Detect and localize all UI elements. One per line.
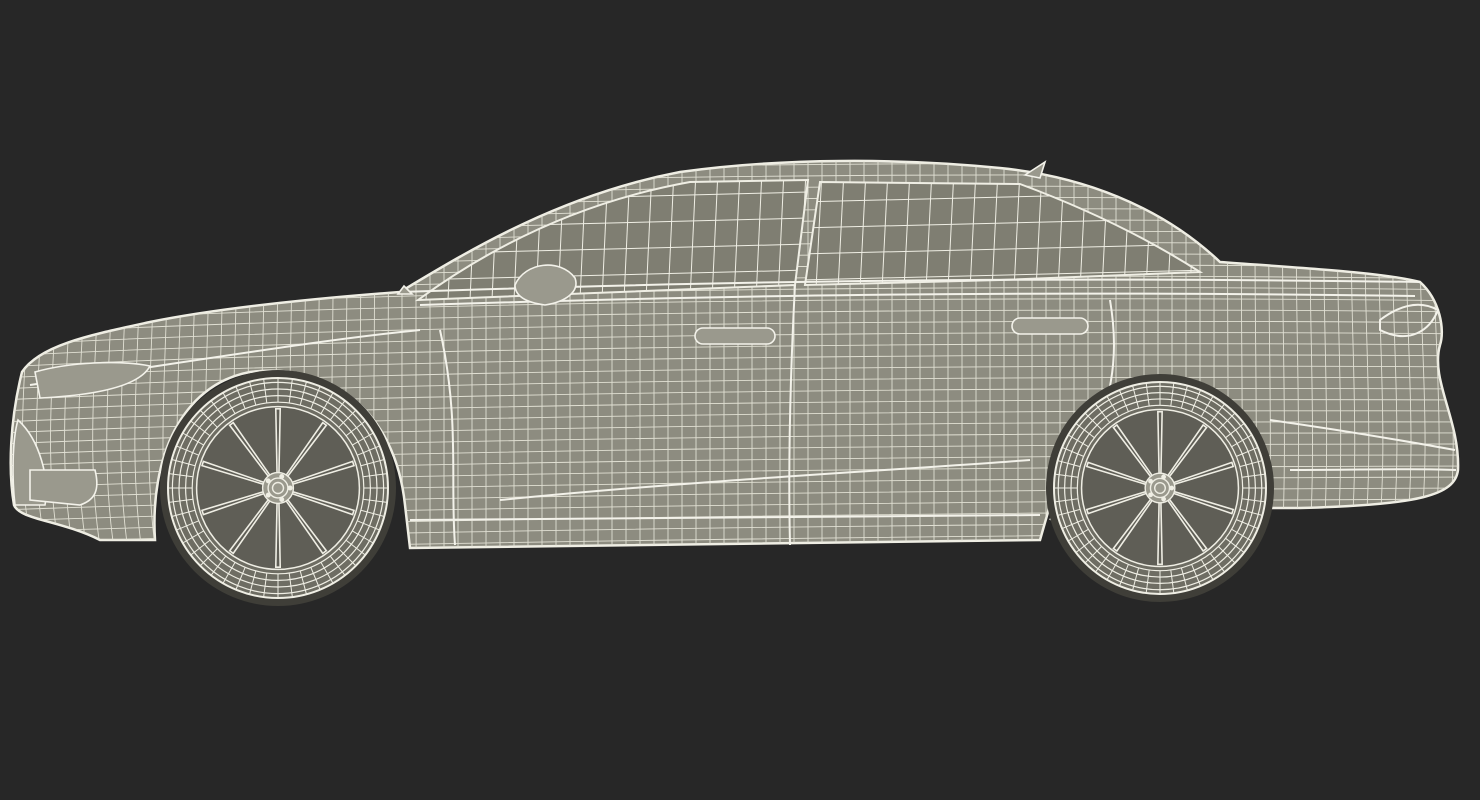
front-wheel	[160, 370, 396, 606]
fog-light	[29, 469, 98, 506]
door-handle-front	[694, 327, 776, 345]
render-viewport	[0, 0, 1480, 800]
rear-wheel	[1046, 374, 1274, 602]
door-handle-rear	[1011, 317, 1089, 335]
car-wireframe-render	[9, 159, 1460, 606]
